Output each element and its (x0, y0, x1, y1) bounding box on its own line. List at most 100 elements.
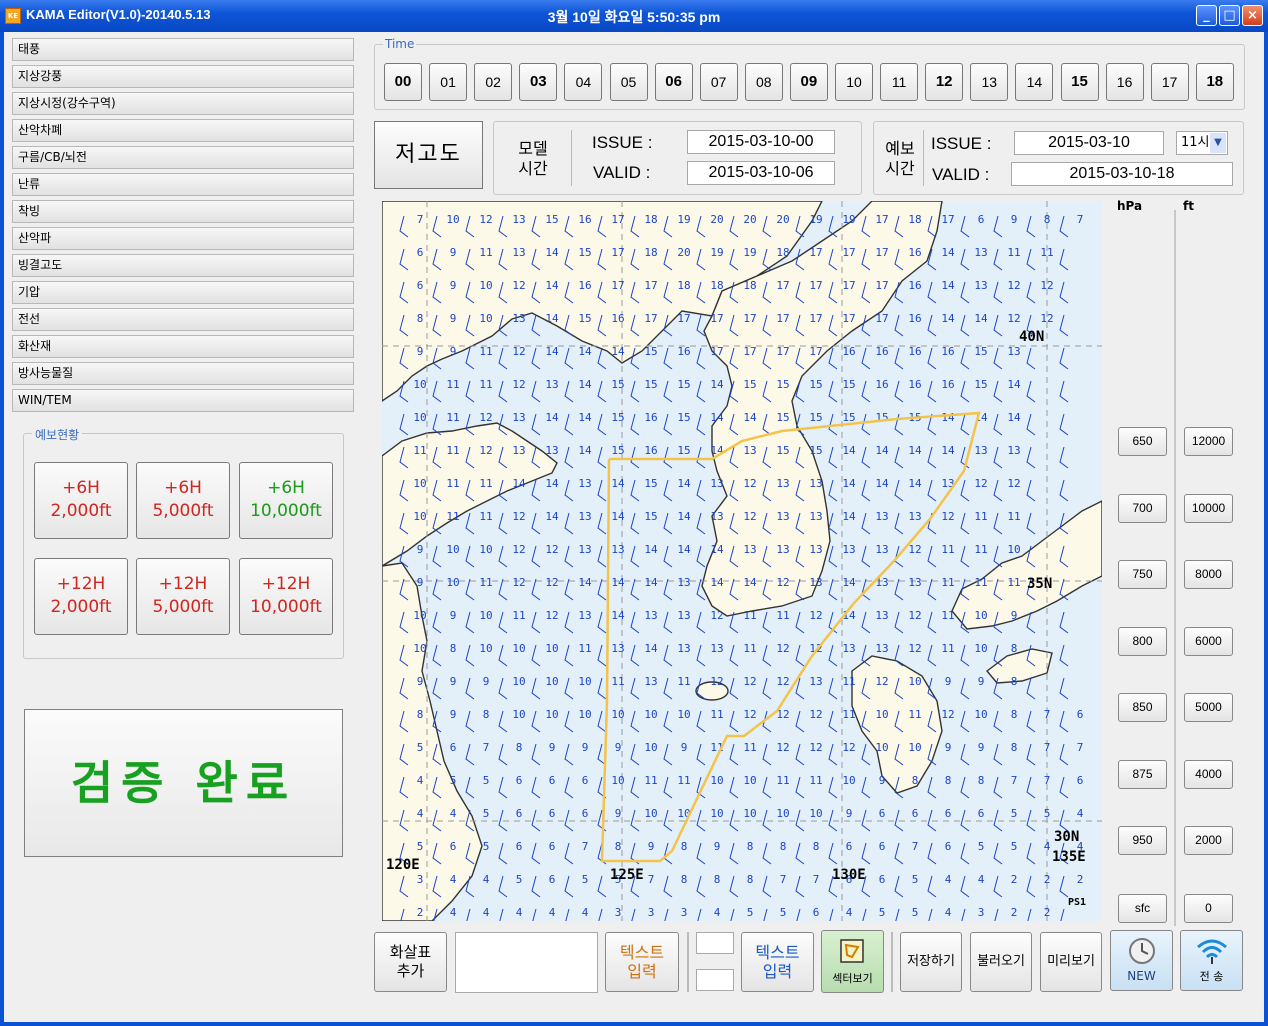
hpa-button-750[interactable]: 750 (1118, 560, 1167, 589)
ft-button-4000[interactable]: 4000 (1184, 760, 1233, 789)
time-button-10[interactable]: 10 (835, 63, 873, 101)
forecast-6h-5000ft-button[interactable]: +6H 5,000ft (136, 462, 230, 539)
add-arrow-button[interactable]: 화살표 추가 (374, 932, 447, 992)
wind-speed-label: 14 (974, 312, 988, 325)
small-input-bottom[interactable] (696, 969, 734, 991)
time-button-15[interactable]: 15 (1060, 63, 1099, 101)
hpa-button-800[interactable]: 800 (1118, 627, 1167, 656)
hour-select[interactable]: 11시 ▼ (1176, 131, 1228, 155)
chevron-down-icon[interactable]: ▼ (1210, 133, 1226, 153)
wind-speed-label: 7 (417, 213, 424, 226)
menu-item-radioactive[interactable]: 방사능물질 (12, 362, 354, 385)
time-button-08[interactable]: 08 (744, 63, 783, 101)
menu-item-mountain-wave[interactable]: 산악파 (12, 227, 354, 250)
time-button-06[interactable]: 06 (654, 63, 693, 101)
ft-button-12000[interactable]: 12000 (1184, 427, 1233, 456)
time-button-04[interactable]: 04 (564, 63, 603, 101)
small-input-top[interactable] (696, 932, 734, 954)
menu-item-turbulence[interactable]: 난류 (12, 173, 354, 196)
hpa-button-700[interactable]: 700 (1118, 494, 1167, 523)
menu-item-pressure[interactable]: 기압 (12, 281, 354, 304)
wind-map-canvas[interactable]: 7 10 12 13 15 16 17 18 19 20 20 20 19 19 17 18 17 6 9 8 7 6 9 1… (382, 201, 1102, 921)
minimize-icon[interactable]: _ (1196, 5, 1217, 26)
menu-item-win-tem[interactable]: WIN/TEM (12, 389, 354, 412)
hpa-button-850[interactable]: 850 (1118, 693, 1167, 722)
low-level-chart-button[interactable]: 저고도 (374, 121, 483, 189)
menu-item-front[interactable]: 전선 (12, 308, 354, 331)
wind-speed-label: 2 (417, 906, 424, 919)
wind-speed-label: 13 (512, 444, 525, 457)
wind-speed-label: 16 (941, 345, 954, 358)
hpa-button-950[interactable]: 950 (1118, 826, 1167, 855)
text-input-button-2[interactable]: 텍스트 입력 (741, 932, 814, 992)
wind-speed-label: 13 (512, 246, 525, 259)
hpa-button-sfc[interactable]: sfc (1118, 894, 1167, 923)
menu-item-surface-wind[interactable]: 지상강풍 (12, 65, 354, 88)
menu-item-freezing-level[interactable]: 빙결고도 (12, 254, 354, 277)
menu-item-surface-visibility[interactable]: 지상시정(강수구역) (12, 92, 354, 115)
time-button-11[interactable]: 11 (880, 63, 919, 101)
time-button-16[interactable]: 16 (1105, 63, 1144, 101)
save-button[interactable]: 저장하기 (900, 932, 962, 992)
sector-view-button[interactable]: 섹터보기 (821, 930, 884, 993)
forecast-12h-10000ft-button[interactable]: +12H 10,000ft (239, 558, 333, 635)
ft-button-10000[interactable]: 10000 (1184, 494, 1233, 523)
time-button-01[interactable]: 01 (429, 63, 468, 101)
ft-button-8000[interactable]: 8000 (1184, 560, 1233, 589)
time-button-00[interactable]: 00 (384, 63, 422, 101)
preview-button[interactable]: 미리보기 (1040, 932, 1102, 992)
button-line1: +12H (56, 574, 106, 594)
time-button-18[interactable]: 18 (1195, 63, 1234, 101)
ft-button-0[interactable]: 0 (1184, 894, 1233, 923)
hpa-button-650[interactable]: 650 (1118, 427, 1167, 456)
verify-complete-button[interactable]: 검증 완료 (24, 709, 343, 857)
wind-speed-label: 13 (809, 543, 822, 556)
wind-speed-label: 10 (809, 807, 822, 820)
time-button-02[interactable]: 02 (474, 63, 513, 101)
forecast-6h-10000ft-button[interactable]: +6H 10,000ft (239, 462, 333, 539)
time-button-07[interactable]: 07 (699, 63, 738, 101)
close-icon[interactable]: × (1242, 5, 1263, 26)
menu-item-typhoon[interactable]: 태풍 (12, 38, 354, 61)
wind-speed-label: 17 (776, 312, 789, 325)
time-button-17[interactable]: 17 (1150, 63, 1189, 101)
hour-select-value: 11시 (1181, 135, 1210, 150)
wind-speed-label: 8 (780, 840, 787, 853)
forecast-valid-field[interactable]: 2015-03-10-18 (1011, 162, 1233, 186)
model-issue-field[interactable]: 2015-03-10-00 (687, 130, 835, 154)
text-preview-box[interactable] (455, 932, 598, 993)
wind-speed-label: 6 (978, 807, 985, 820)
forecast-12h-5000ft-button[interactable]: +12H 5,000ft (136, 558, 230, 635)
wind-speed-label: 12 (545, 609, 558, 622)
forecast-6h-2000ft-button[interactable]: +6H 2,000ft (34, 462, 128, 539)
time-button-12[interactable]: 12 (925, 63, 964, 101)
hpa-button-875[interactable]: 875 (1118, 760, 1167, 789)
menu-item-icing[interactable]: 착빙 (12, 200, 354, 223)
time-button-14[interactable]: 14 (1015, 63, 1054, 101)
title-bar[interactable]: KE KAMA Editor(V1.0)-20140.5.13 3월 10일 화… (0, 0, 1268, 32)
time-button-05[interactable]: 05 (609, 63, 648, 101)
wind-speed-label: 13 (578, 609, 591, 622)
menu-item-volcanic-ash[interactable]: 화산재 (12, 335, 354, 358)
menu-item-mountain-obscuration[interactable]: 산악차폐 (12, 119, 354, 142)
forecast-12h-2000ft-button[interactable]: +12H 2,000ft (34, 558, 128, 635)
wind-speed-label: 14 (578, 411, 592, 424)
time-button-09[interactable]: 09 (789, 63, 828, 101)
model-valid-field[interactable]: 2015-03-10-06 (687, 161, 835, 185)
wind-map[interactable]: 7 10 12 13 15 16 17 18 19 20 20 20 19 19 17 18 17 6 9 8 7 6 9 1… (382, 201, 1102, 921)
wind-speed-label: 17 (809, 312, 822, 325)
forecast-issue-field[interactable]: 2015-03-10 (1014, 131, 1164, 155)
ft-button-5000[interactable]: 5000 (1184, 693, 1233, 722)
send-button[interactable]: 전 송 (1180, 930, 1243, 991)
time-button-03[interactable]: 03 (519, 63, 558, 101)
text-input-button-1[interactable]: 텍스트 입력 (605, 932, 679, 992)
ft-button-2000[interactable]: 2000 (1184, 826, 1233, 855)
wind-speed-label: 6 (549, 807, 556, 820)
maximize-icon[interactable]: □ (1219, 5, 1240, 26)
load-button[interactable]: 불러오기 (970, 932, 1032, 992)
ft-button-6000[interactable]: 6000 (1184, 627, 1233, 656)
time-button-13[interactable]: 13 (970, 63, 1009, 101)
new-button[interactable]: NEW (1110, 930, 1173, 991)
wind-speed-label: 13 (677, 642, 690, 655)
menu-item-cloud-cb-thunder[interactable]: 구름/CB/뇌전 (12, 146, 354, 169)
